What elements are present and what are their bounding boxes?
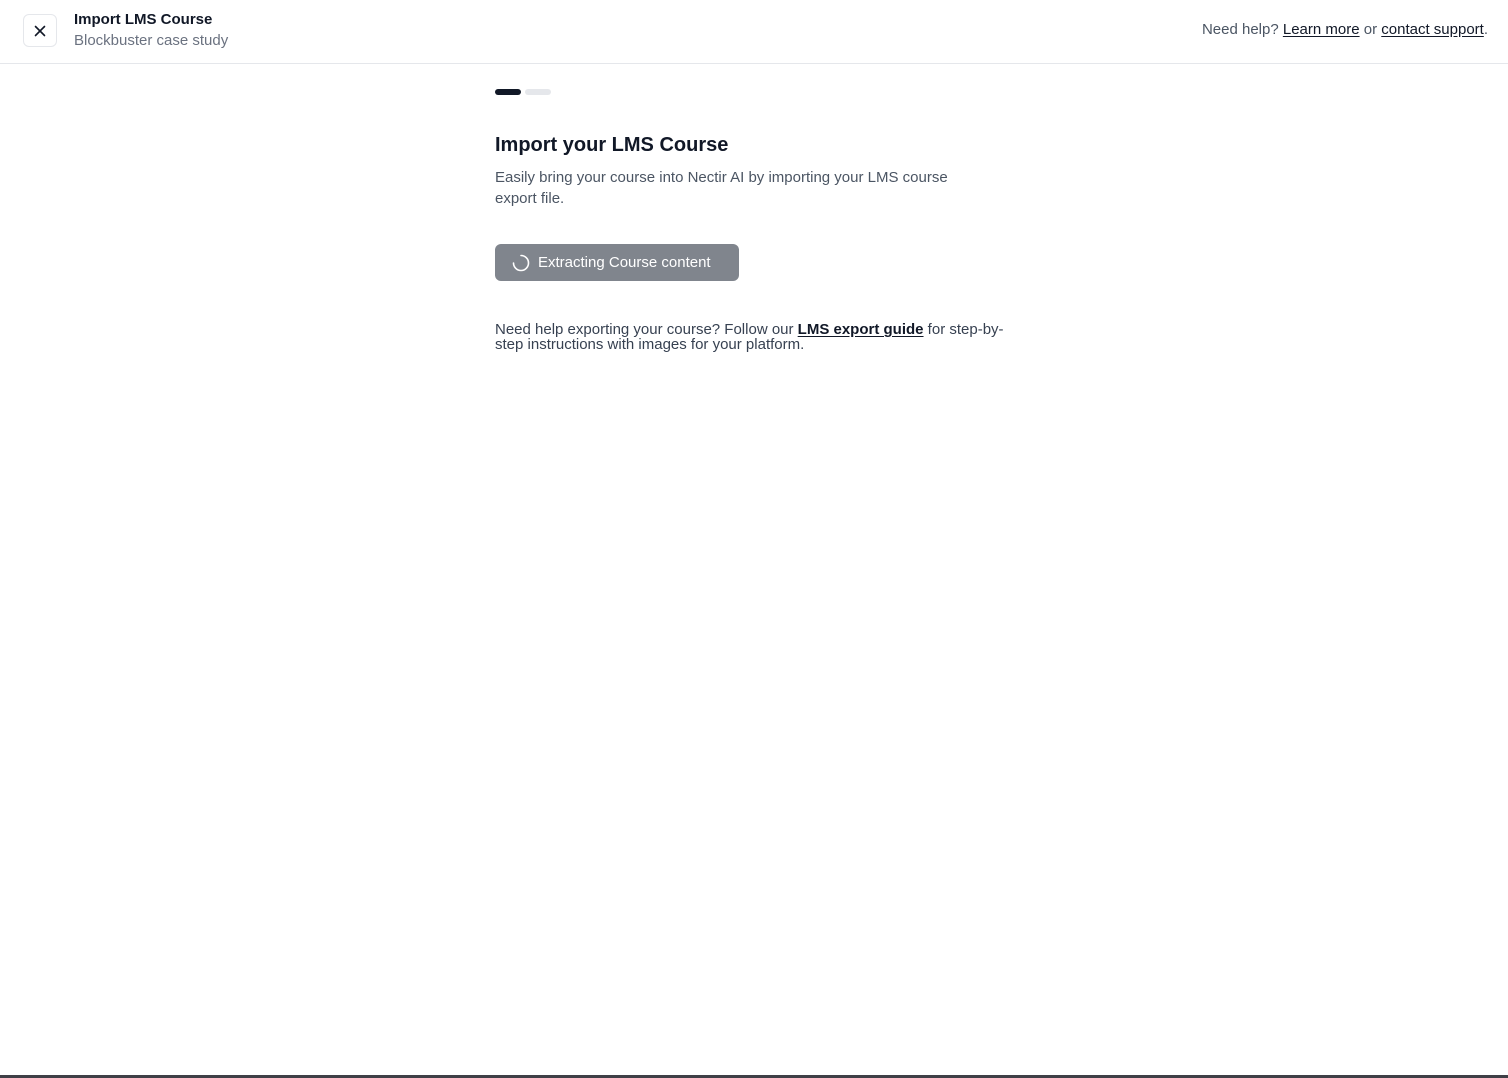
step-1-indicator <box>495 89 521 95</box>
help-or: or <box>1359 21 1382 38</box>
page-subtitle: Blockbuster case study <box>74 32 229 49</box>
close-icon <box>34 25 46 36</box>
help-prefix: Need help? <box>1201 21 1283 38</box>
help-suffix: . <box>1483 21 1488 38</box>
page-title: Import LMS Course <box>74 11 213 28</box>
lms-export-guide-link[interactable]: LMS export guide <box>798 321 924 338</box>
export-help-text: Need help exporting your course? Follow … <box>495 322 1010 352</box>
header-titles: Import LMS Course Blockbuster case study <box>74 10 228 52</box>
header-help-text: Need help? Learn more or contact support… <box>1202 20 1488 40</box>
page-header: Import LMS Course Blockbuster case study… <box>0 0 1508 64</box>
section-heading: Import your LMS Course <box>495 134 729 156</box>
contact-support-link[interactable]: contact support <box>1381 21 1484 38</box>
extracting-course-button[interactable]: Extracting Course content <box>495 244 739 281</box>
learn-more-link[interactable]: Learn more <box>1283 21 1360 38</box>
step-indicator <box>495 89 551 95</box>
step-2-indicator <box>525 89 551 95</box>
extracting-course-label: Extracting Course content <box>538 254 711 271</box>
spinner-icon <box>512 254 530 271</box>
section-description: Easily bring your course into Nectir AI … <box>495 169 948 207</box>
close-button[interactable] <box>23 14 57 47</box>
